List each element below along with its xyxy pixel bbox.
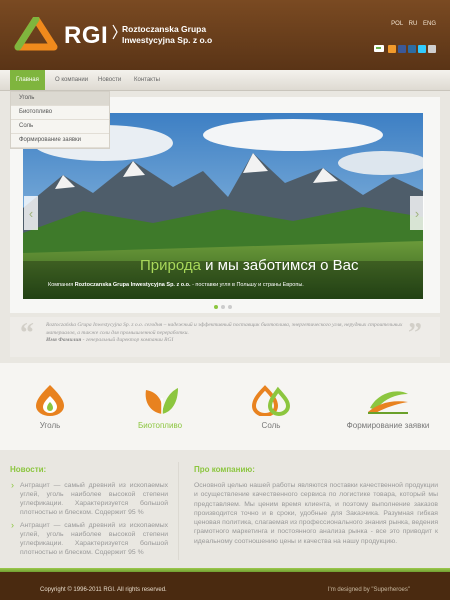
order-swoosh-icon [368,391,408,414]
nav-dropdown: Уголь Биотопливо Соль Формирование заявк… [10,91,110,149]
chevron-right-icon [112,24,118,40]
news-item[interactable]: Антрацит — самый древний из ископаемых у… [20,521,168,557]
news-item[interactable]: Антрацит — самый древний из ископаемых у… [20,481,168,517]
nav-home[interactable]: Главная [10,70,45,90]
main-nav: Главная О компании Новости Контакты [0,70,450,91]
column-divider [178,462,179,560]
designer-credit[interactable]: I'm designed by "Superheroes" [328,587,410,593]
language-switcher: POL RU ENG [387,21,436,27]
site-header: RGI Roztoczanska Grupa Inwestycyjna Sp. … [0,0,450,70]
slider-dots [214,305,232,309]
copyright-text: Copyright © 1996-2011 RGI. All rights re… [40,587,167,593]
dropdown-item-coal[interactable]: Уголь [11,92,109,106]
leaves-icon [145,388,178,414]
rss-icon[interactable] [388,45,396,53]
quote-open-icon: “ [20,318,34,349]
share-icon[interactable] [428,45,436,53]
vk-icon[interactable] [408,45,416,53]
dropdown-item-order[interactable]: Формирование заявки [11,134,109,148]
about-title: Про компанию: [194,465,255,474]
lang-ru[interactable]: RU [409,21,418,27]
slider-next-button[interactable]: › [410,196,424,230]
slider-dot[interactable] [228,305,232,309]
lang-eng[interactable]: ENG [423,21,436,27]
feature-label: Биотопливо [137,421,183,430]
social-links [388,45,436,53]
facebook-icon[interactable] [398,45,406,53]
logo-text[interactable]: RGI [64,22,108,50]
slider-prev-button[interactable]: ‹ [24,196,38,230]
feature-biofuel[interactable]: Биотопливо [132,384,188,430]
slider-dot[interactable] [214,305,218,309]
slider-dot[interactable] [221,305,225,309]
news-title: Новости: [10,465,47,474]
salt-drops-icon [251,385,291,417]
feature-order[interactable]: Формирование заявки [340,384,436,430]
feature-coal[interactable]: Уголь [28,384,72,430]
mail-icon[interactable] [374,45,384,52]
feature-salt[interactable]: Соль [251,384,291,430]
feature-label: Соль [261,421,281,430]
site-footer [0,572,450,600]
triangle-logo-icon[interactable] [14,17,58,51]
nav-contacts[interactable]: Контакты [134,70,160,90]
company-name: Roztoczanska Grupa Inwestycyjna Sp. z o.… [122,24,213,45]
quote-text: Roztoczańska Grupa Inwestycyjna Sp. z o.… [46,322,403,343]
twitter-icon[interactable] [418,45,426,53]
about-text: Основной целью нашей работы являются пос… [194,482,438,545]
slide-subcaption: Компания Roztoczanska Grupa Inwestycyjna… [48,282,304,288]
quote-close-icon: ” [408,318,422,349]
chevron-right-icon: › [11,480,14,490]
feature-label: Формирование заявки [346,421,430,430]
chevron-right-icon: › [11,520,14,530]
slide-caption: Природа и мы заботимся о Вас [140,257,359,274]
nav-about[interactable]: О компании [55,70,88,90]
flame-icon [36,385,64,416]
dropdown-item-salt[interactable]: Соль [11,120,109,134]
nav-news[interactable]: Новости [98,70,121,90]
feature-label: Уголь [39,421,61,430]
lang-pol[interactable]: POL [391,21,403,27]
dropdown-item-biofuel[interactable]: Биотопливо [11,106,109,120]
